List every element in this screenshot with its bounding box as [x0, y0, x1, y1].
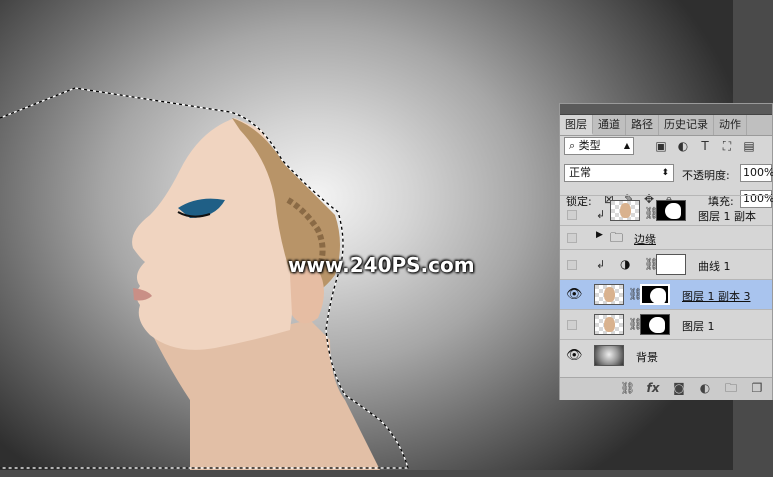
visibility-toggle[interactable]: [567, 260, 577, 270]
filter-pixel-icon[interactable]: ▣: [654, 139, 668, 153]
layer-row[interactable]: ↲ ⛓ 图层 1 副本: [560, 195, 772, 225]
eye-icon[interactable]: 👁︎: [566, 287, 583, 302]
blend-opacity-row: 正常 ⬍ 不透明度: 100%: [560, 161, 773, 185]
panel-title-bar[interactable]: [560, 104, 772, 115]
tab-paths[interactable]: 路径: [626, 115, 659, 135]
watermark-text: www.240PS.com: [288, 253, 475, 277]
tab-layers[interactable]: 图层: [560, 115, 593, 135]
blend-mode-select[interactable]: 正常 ⬍: [564, 164, 674, 182]
layer-name: 曲线 1: [698, 260, 731, 273]
layer-thumbnail: [594, 345, 624, 366]
layer-row-selected[interactable]: 👁︎ ⛓ 图层 1 副本 3: [560, 279, 772, 309]
new-group-icon[interactable]: 🗀︎: [724, 381, 738, 395]
layer-mask-thumbnail[interactable]: [656, 200, 686, 221]
filter-kind-select[interactable]: ⌕ 类型 ▲: [564, 137, 634, 155]
layer-name: 图层 1 副本 3: [682, 290, 751, 303]
clipping-arrow-icon: ↲: [596, 258, 606, 271]
layer-mask-thumbnail[interactable]: [656, 254, 686, 275]
filter-kind-value: 类型: [578, 139, 601, 152]
canvas-scroll-area: [0, 470, 733, 477]
layer-filter-row: ⌕ 类型 ▲ ▣ ◐ T ⛶ ▤: [560, 135, 772, 159]
add-mask-icon[interactable]: ◙: [672, 381, 686, 395]
tab-actions[interactable]: 动作: [714, 115, 747, 135]
layer-row[interactable]: ↲ ◑ ⛓ 曲线 1: [560, 249, 772, 279]
visibility-toggle[interactable]: [567, 320, 577, 330]
layer-row[interactable]: ⛓ 图层 1: [560, 309, 772, 339]
layer-thumbnail: [610, 200, 640, 221]
layer-thumbnail: [594, 284, 624, 305]
adjustment-layer-icon: ◑: [620, 257, 631, 271]
layer-mask-thumbnail[interactable]: [640, 284, 670, 305]
panel-tabs: 图层 通道 路径 历史记录 动作: [560, 115, 772, 136]
visibility-toggle[interactable]: [567, 233, 577, 243]
blend-mode-value: 正常: [569, 166, 591, 179]
layer-name: 边缘: [634, 233, 656, 246]
layers-bottom-bar: ⛓ fx ◙ ◐ 🗀︎ ❐: [560, 377, 772, 400]
layers-panel: 图层 通道 路径 历史记录 动作 ⌕ 类型 ▲ ▣ ◐ T ⛶ ▤ 正常 ⬍ 不…: [559, 103, 773, 400]
select-arrows-icon: ▲: [623, 141, 630, 150]
layer-name: 图层 1 副本: [698, 210, 756, 223]
fx-icon[interactable]: fx: [646, 381, 660, 395]
visibility-toggle[interactable]: [567, 210, 577, 220]
filter-smart-object-icon[interactable]: ▤: [742, 139, 756, 153]
filter-shape-icon[interactable]: ⛶: [720, 139, 734, 153]
layer-group-row[interactable]: ▶ 🗀︎ 边缘: [560, 225, 772, 249]
opacity-input[interactable]: 100%: [740, 164, 773, 182]
tab-history[interactable]: 历史记录: [659, 115, 714, 135]
opacity-label: 不透明度:: [682, 169, 730, 182]
layer-thumbnail: [594, 314, 624, 335]
filter-type-icon[interactable]: T: [698, 139, 712, 153]
filter-adjustment-icon[interactable]: ◐: [676, 139, 690, 153]
layer-name: 图层 1: [682, 320, 715, 333]
eye-icon[interactable]: 👁︎: [566, 348, 583, 363]
select-arrows-icon: ⬍: [661, 168, 669, 178]
layer-mask-thumbnail[interactable]: [640, 314, 670, 335]
layers-list: ↲ ⛓ 图层 1 副本 ▶ 🗀︎ 边缘 ↲ ◑ ⛓ 曲线 1 👁︎ ⛓ 图层 1…: [560, 195, 772, 377]
tab-channels[interactable]: 通道: [593, 115, 626, 135]
expand-triangle-icon[interactable]: ▶: [596, 230, 603, 240]
link-layers-icon[interactable]: ⛓: [620, 381, 635, 395]
clipping-arrow-icon: ↲: [596, 208, 606, 221]
layer-row-background[interactable]: 👁︎ 背景: [560, 339, 772, 371]
new-layer-icon[interactable]: ❐: [750, 381, 764, 395]
new-adjustment-icon[interactable]: ◐: [698, 381, 712, 395]
search-icon: ⌕: [569, 139, 576, 152]
layer-name: 背景: [636, 351, 658, 364]
folder-icon: 🗀︎: [610, 231, 624, 246]
